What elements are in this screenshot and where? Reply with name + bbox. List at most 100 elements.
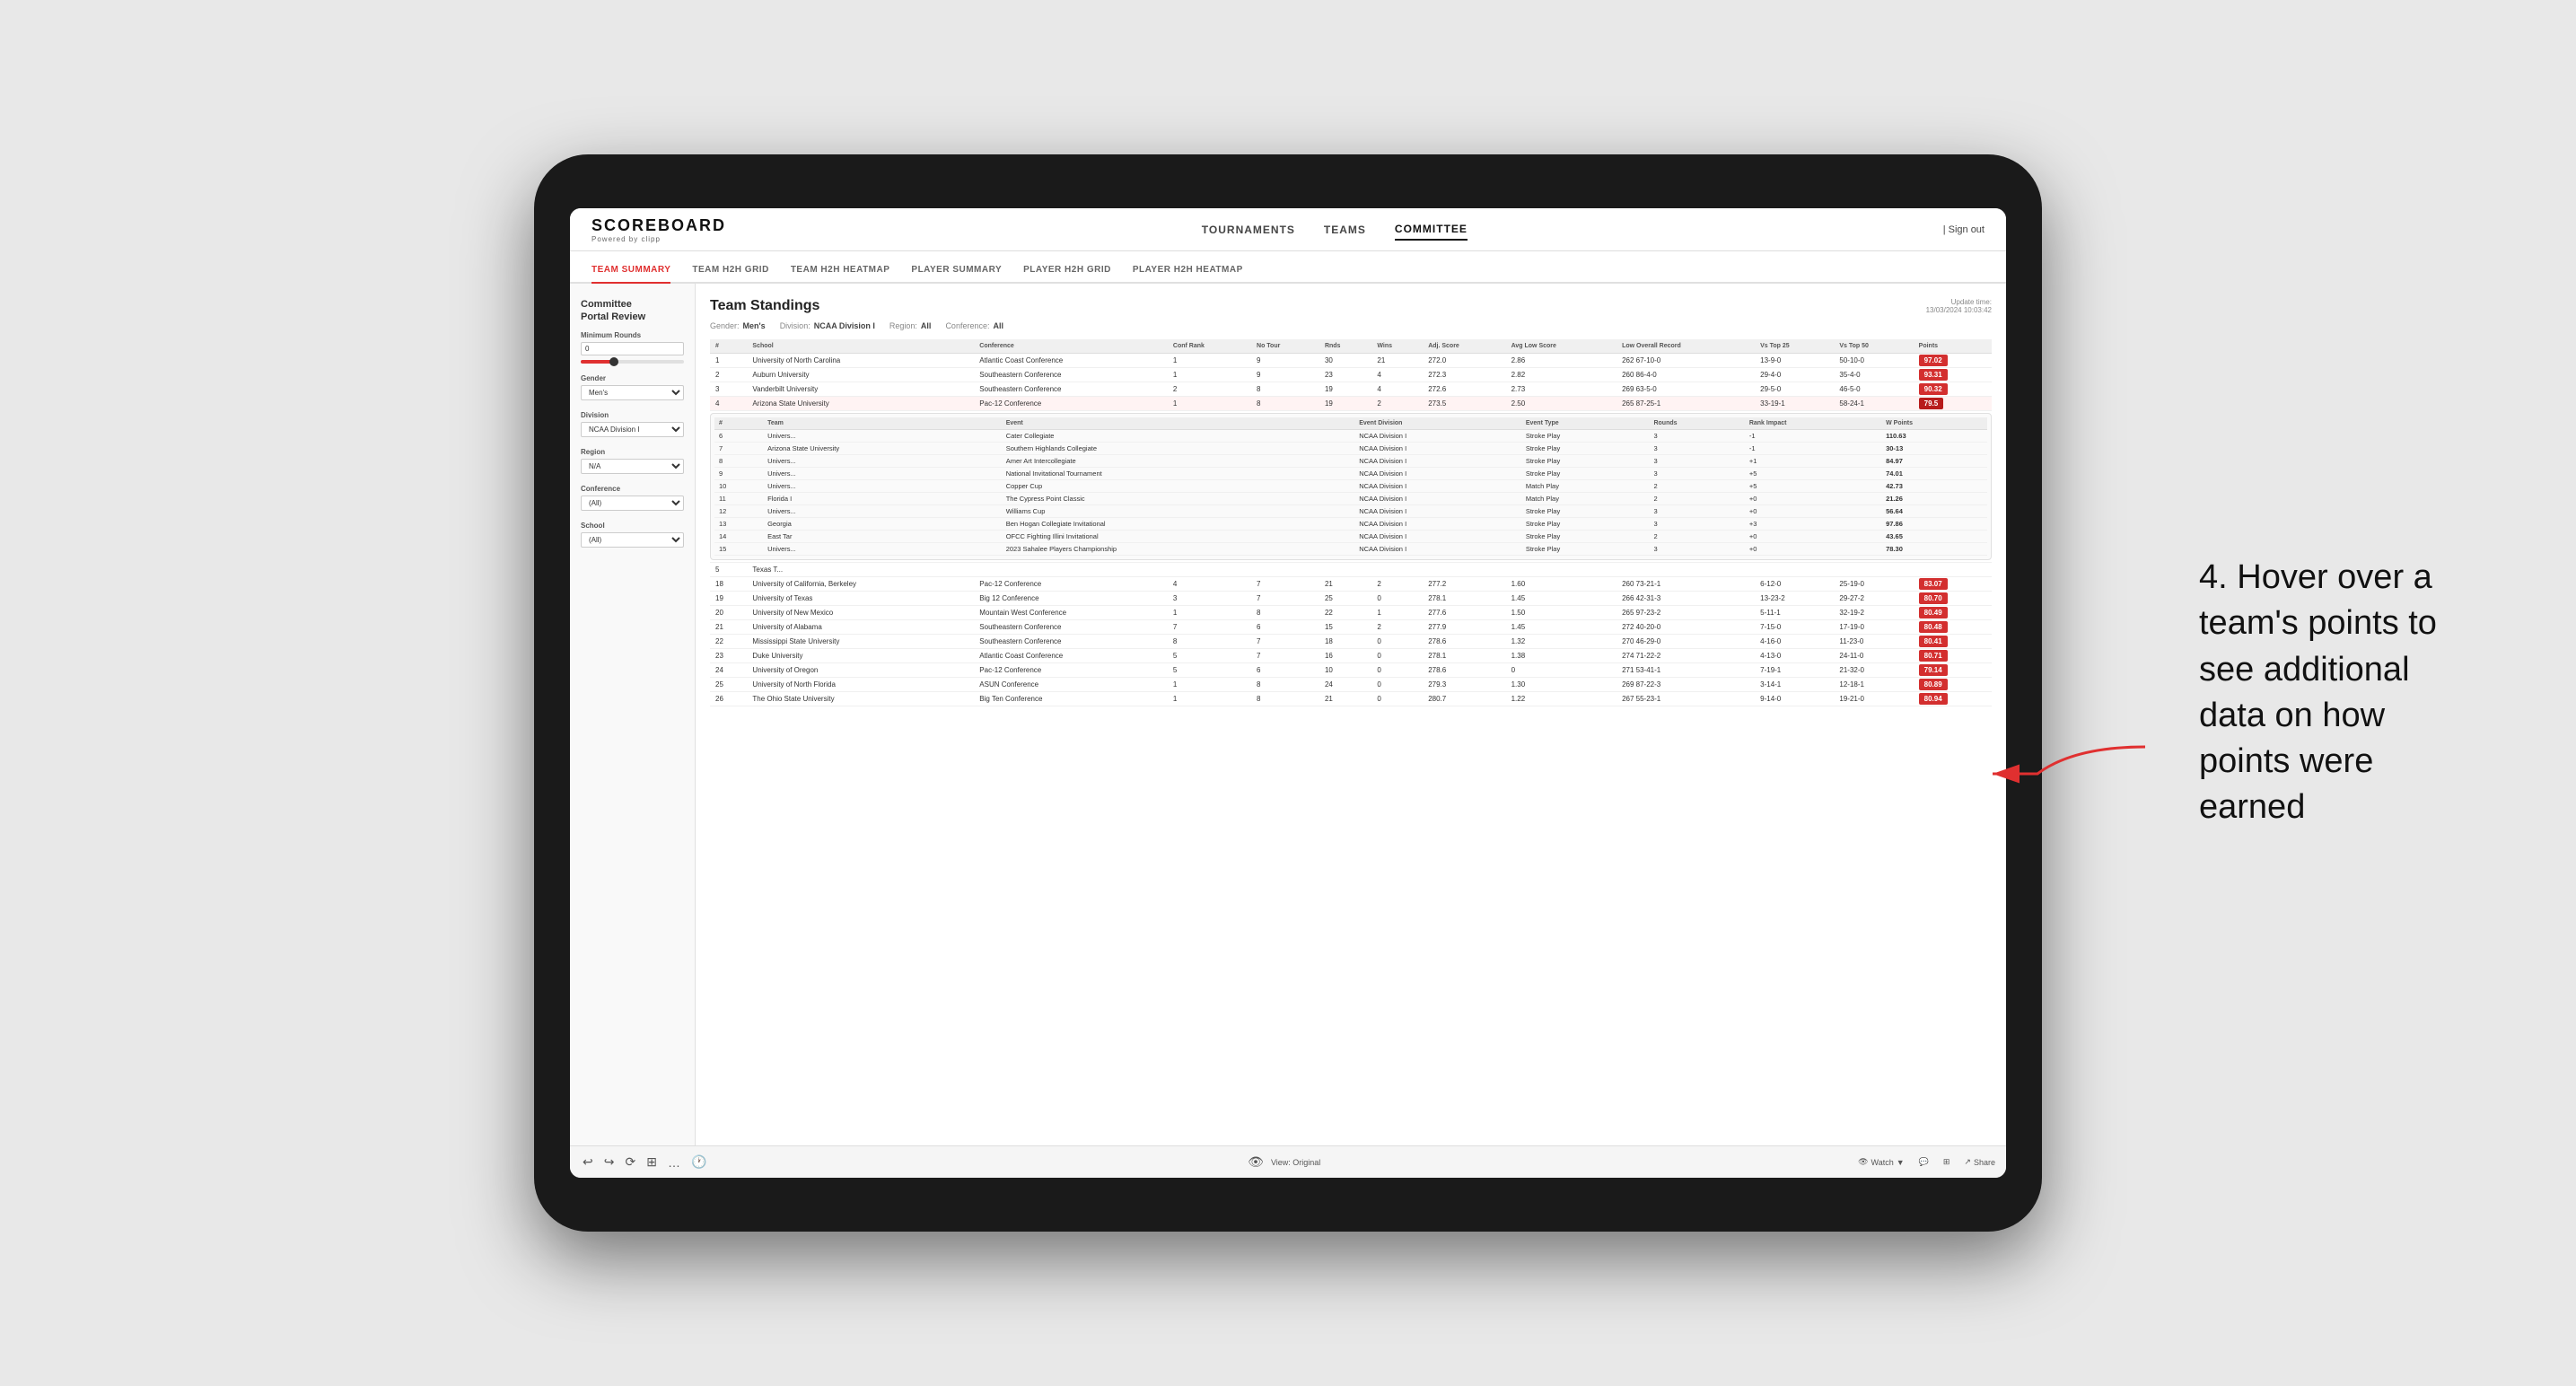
col-wins: Wins bbox=[1371, 339, 1423, 354]
clock-button[interactable]: 🕐 bbox=[689, 1153, 708, 1171]
table-row[interactable]: 23 Duke University Atlantic Coast Confer… bbox=[710, 649, 1992, 663]
subnav-player-summary[interactable]: PLAYER SUMMARY bbox=[911, 265, 1002, 284]
redo-button[interactable]: ↪ bbox=[602, 1153, 617, 1171]
table-row[interactable]: 24 University of Oregon Pac-12 Conferenc… bbox=[710, 663, 1992, 678]
filter-division: Division: NCAA Division I bbox=[780, 321, 875, 330]
expanded-table-row[interactable]: 8 Univers... Amer Art Intercollegiate NC… bbox=[714, 455, 1987, 468]
sidebar-label-min-rounds: Minimum Rounds bbox=[581, 331, 684, 339]
sidebar-section-conference: Conference (All) bbox=[581, 485, 684, 511]
table-row[interactable]: 5 Texas T... bbox=[710, 563, 1992, 577]
points-badge[interactable]: 83.07 bbox=[1919, 578, 1948, 590]
nav-teams[interactable]: TEAMS bbox=[1324, 220, 1366, 240]
nav-committee[interactable]: COMMITTEE bbox=[1395, 219, 1468, 241]
reset-button[interactable]: ⟳ bbox=[623, 1153, 637, 1171]
expanded-table-row[interactable]: 11 Florida I The Cypress Point Classic N… bbox=[714, 493, 1987, 505]
logo-sub: Powered by clipp bbox=[591, 235, 726, 243]
table-row[interactable]: 19 University of Texas Big 12 Conference… bbox=[710, 592, 1992, 606]
expanded-row: # Team Event Event Division Event Type R… bbox=[710, 411, 1992, 563]
report-container: Committee Portal Review Minimum Rounds bbox=[570, 284, 2006, 1145]
subnav-team-h2h-grid[interactable]: TEAM H2H GRID bbox=[692, 265, 768, 284]
annotation-text: 4. Hover over a team's points to see add… bbox=[2199, 555, 2468, 831]
comment-button[interactable]: 💬 bbox=[1919, 1157, 1929, 1167]
share-button[interactable]: ↗ Share bbox=[1964, 1157, 1995, 1167]
sidebar-label-gender: Gender bbox=[581, 374, 684, 382]
main-content: Committee Portal Review Minimum Rounds bbox=[570, 284, 2006, 1145]
toolbar-left: ↩ ↪ ⟳ ⊞ … 🕐 bbox=[581, 1153, 708, 1171]
subnav-player-h2h-heatmap[interactable]: PLAYER H2H HEATMAP bbox=[1133, 265, 1243, 284]
table-row[interactable]: 21 University of Alabama Southeastern Co… bbox=[710, 620, 1992, 635]
points-badge[interactable]: 80.71 bbox=[1919, 650, 1948, 662]
undo-button[interactable]: ↩ bbox=[581, 1153, 595, 1171]
annotation-container: 4. Hover over a team's points to see add… bbox=[2199, 555, 2468, 831]
nav-tournaments[interactable]: TOURNAMENTS bbox=[1202, 220, 1295, 240]
table-row[interactable]: 18 University of California, Berkeley Pa… bbox=[710, 577, 1992, 592]
report-title: Team Standings bbox=[710, 298, 819, 314]
col-points: Points bbox=[1914, 339, 1992, 354]
subnav-player-h2h-grid[interactable]: PLAYER H2H GRID bbox=[1023, 265, 1111, 284]
col-rank: # bbox=[710, 339, 747, 354]
table-row[interactable]: 2 Auburn University Southeastern Confere… bbox=[710, 368, 1992, 382]
expanded-table-row[interactable]: 15 Univers... 2023 Sahalee Players Champ… bbox=[714, 543, 1987, 556]
top-nav: SCOREBOARD Powered by clipp TOURNAMENTS … bbox=[570, 208, 2006, 251]
col-vs25: Vs Top 25 bbox=[1755, 339, 1834, 354]
more-button[interactable]: … bbox=[666, 1154, 682, 1171]
table-row[interactable]: 25 University of North Florida ASUN Conf… bbox=[710, 678, 1992, 692]
division-select[interactable]: NCAA Division I NCAA Division II NCAA Di… bbox=[581, 422, 684, 437]
points-badge[interactable]: 90.32 bbox=[1919, 383, 1948, 395]
conference-select[interactable]: (All) bbox=[581, 496, 684, 511]
slider-track[interactable] bbox=[581, 360, 684, 364]
col-school: School bbox=[747, 339, 974, 354]
points-badge[interactable]: 80.94 bbox=[1919, 693, 1948, 705]
col-rnds: Rnds bbox=[1319, 339, 1371, 354]
sidebar-section-gender: Gender Men's Women's bbox=[581, 374, 684, 400]
points-badge[interactable]: 80.49 bbox=[1919, 607, 1948, 618]
filter-region: Region: All bbox=[889, 321, 932, 330]
table-row[interactable]: 3 Vanderbilt University Southeastern Con… bbox=[710, 382, 1992, 397]
chevron-down-icon: ▼ bbox=[1897, 1158, 1905, 1167]
expanded-table-row[interactable]: 10 Univers... Copper Cup NCAA Division I… bbox=[714, 480, 1987, 493]
expanded-table-row[interactable]: 13 Georgia Ben Hogan Collegiate Invitati… bbox=[714, 518, 1987, 531]
table-row[interactable]: 1 University of North Carolina Atlantic … bbox=[710, 354, 1992, 368]
points-badge[interactable]: 80.48 bbox=[1919, 621, 1948, 633]
subnav-team-h2h-heatmap[interactable]: TEAM H2H HEATMAP bbox=[791, 265, 890, 284]
school-select[interactable]: (All) bbox=[581, 532, 684, 548]
expanded-table-row[interactable]: 6 Univers... Cater Collegiate NCAA Divis… bbox=[714, 430, 1987, 443]
watch-icon: 👁 bbox=[1858, 1157, 1868, 1167]
sidebar-label-region: Region bbox=[581, 448, 684, 456]
points-badge[interactable]: 80.41 bbox=[1919, 636, 1948, 647]
sign-out[interactable]: | Sign out bbox=[1943, 224, 1985, 235]
table-row-highlighted[interactable]: 4 Arizona State University Pac-12 Confer… bbox=[710, 397, 1992, 411]
points-badge[interactable]: 97.02 bbox=[1919, 355, 1948, 366]
tablet-device: SCOREBOARD Powered by clipp TOURNAMENTS … bbox=[534, 154, 2042, 1232]
col-vs50: Vs Top 50 bbox=[1834, 339, 1913, 354]
sidebar-title: Committee Portal Review bbox=[581, 298, 684, 324]
table-row[interactable]: 20 University of New Mexico Mountain Wes… bbox=[710, 606, 1992, 620]
expanded-table-row[interactable]: 12 Univers... Williams Cup NCAA Division… bbox=[714, 505, 1987, 518]
points-badge-highlighted[interactable]: 79.5 bbox=[1919, 398, 1944, 409]
table-row[interactable]: 22 Mississippi State University Southeas… bbox=[710, 635, 1992, 649]
subnav-team-summary[interactable]: TEAM SUMMARY bbox=[591, 265, 670, 284]
col-no-tour: No Tour bbox=[1251, 339, 1319, 354]
sub-nav: TEAM SUMMARY TEAM H2H GRID TEAM H2H HEAT… bbox=[570, 251, 2006, 284]
expanded-detail: # Team Event Event Division Event Type R… bbox=[710, 413, 1992, 560]
col-conference: Conference bbox=[974, 339, 1168, 354]
col-adj-score: Adj. Score bbox=[1423, 339, 1505, 354]
expanded-table-row[interactable]: 7 Arizona State University Southern High… bbox=[714, 443, 1987, 455]
filter-row: Gender: Men's Division: NCAA Division I … bbox=[710, 321, 1992, 330]
points-badge[interactable]: 80.89 bbox=[1919, 679, 1948, 690]
region-select[interactable]: N/A East West bbox=[581, 459, 684, 474]
points-badge[interactable]: 93.31 bbox=[1919, 369, 1948, 381]
bottom-toolbar: ↩ ↪ ⟳ ⊞ … 🕐 👁 View: Original 👁 Watch ▼ bbox=[570, 1145, 2006, 1178]
expanded-table-row[interactable]: 9 Univers... National Invitational Tourn… bbox=[714, 468, 1987, 480]
points-badge[interactable]: 80.70 bbox=[1919, 592, 1948, 604]
watch-button[interactable]: 👁 Watch ▼ bbox=[1858, 1157, 1905, 1167]
table-row[interactable]: 26 The Ohio State University Big Ten Con… bbox=[710, 692, 1992, 706]
gender-select[interactable]: Men's Women's bbox=[581, 385, 684, 400]
red-arrow bbox=[1966, 729, 2163, 801]
grid-button[interactable]: ⊞ bbox=[1943, 1157, 1950, 1167]
copy-button[interactable]: ⊞ bbox=[644, 1153, 659, 1171]
min-rounds-input[interactable] bbox=[581, 342, 684, 355]
slider-thumb[interactable] bbox=[609, 357, 618, 366]
points-badge[interactable]: 79.14 bbox=[1919, 664, 1948, 676]
expanded-table-row[interactable]: 14 East Tar OFCC Fighting Illini Invitat… bbox=[714, 531, 1987, 543]
